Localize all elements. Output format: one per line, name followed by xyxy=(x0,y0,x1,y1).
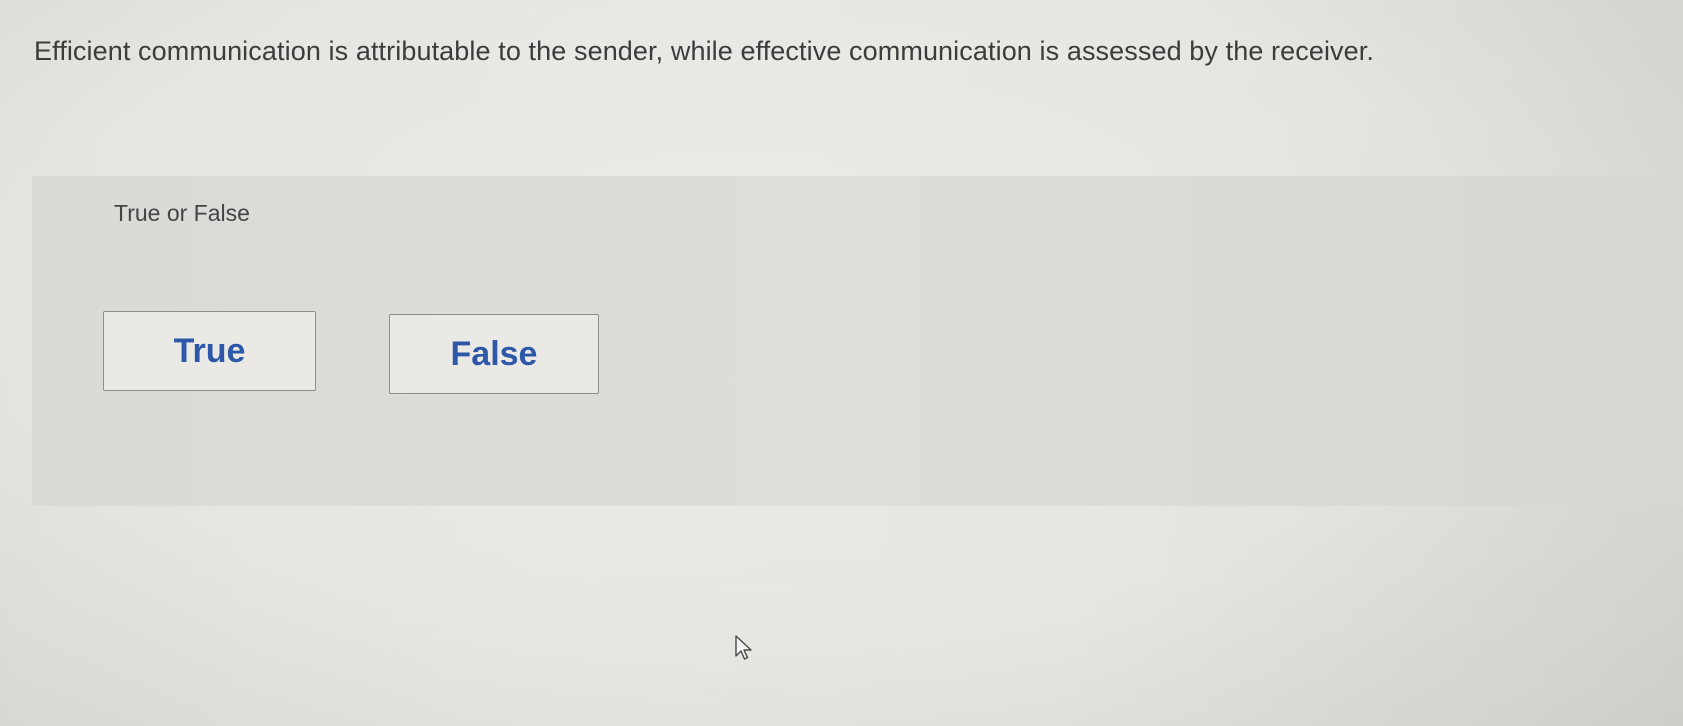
true-button[interactable]: True xyxy=(103,311,316,391)
mouse-pointer-icon xyxy=(735,635,752,660)
question-text: Efficient communication is attributable … xyxy=(34,36,1374,66)
false-button[interactable]: False xyxy=(389,314,599,394)
answer-panel: True or False True False xyxy=(32,176,1683,506)
true-false-prompt: True or False xyxy=(114,200,250,226)
